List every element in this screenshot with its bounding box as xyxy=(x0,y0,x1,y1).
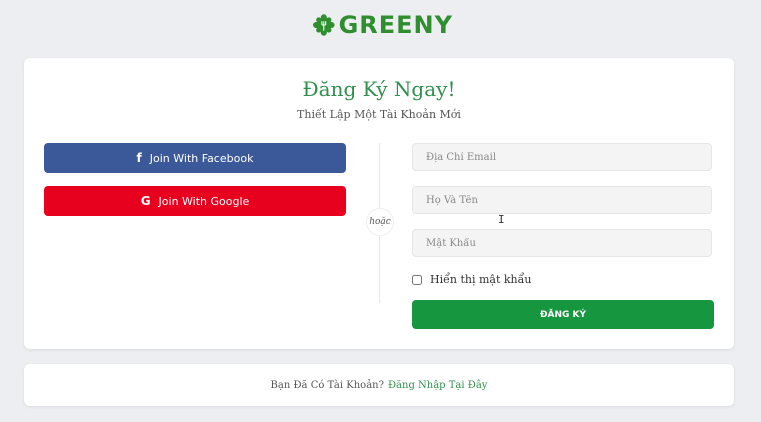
text-cursor-icon: I xyxy=(498,213,505,226)
email-field[interactable] xyxy=(412,143,712,171)
show-password-label: Hiển thị mật khẩu xyxy=(430,273,532,286)
facebook-icon: f xyxy=(136,151,142,165)
google-join-label: Join With Google xyxy=(158,194,250,208)
login-prompt-text: Bạn Đã Có Tài Khoản? xyxy=(270,379,384,391)
brand-name: GREENY xyxy=(338,11,453,39)
facebook-join-button[interactable]: f Join With Facebook xyxy=(44,143,346,173)
or-separator: hoặc xyxy=(366,208,394,236)
google-join-button[interactable]: G Join With Google xyxy=(44,186,346,216)
page-title: Đăng Ký Ngay! xyxy=(302,77,456,101)
brand-logo[interactable]: GREENY xyxy=(313,8,453,42)
show-password-toggle[interactable]: Hiển thị mật khẩu xyxy=(412,273,531,286)
google-icon: G xyxy=(140,194,151,208)
login-prompt: Bạn Đã Có Tài Khoản? Đăng Nhập Tại Đây xyxy=(24,364,734,406)
login-link[interactable]: Đăng Nhập Tại Đây xyxy=(388,380,487,391)
full-name-field[interactable] xyxy=(412,186,712,214)
show-password-checkbox[interactable] xyxy=(412,274,422,285)
logo-leaf-icon xyxy=(313,14,335,36)
facebook-join-label: Join With Facebook xyxy=(149,151,254,165)
password-field[interactable] xyxy=(412,229,712,257)
page-subtitle: Thiết Lập Một Tài Khoản Mới xyxy=(297,108,461,121)
register-submit-button[interactable]: ĐĂNG KÝ xyxy=(412,300,714,329)
register-card: Đăng Ký Ngay! Thiết Lập Một Tài Khoản Mớ… xyxy=(24,58,734,349)
